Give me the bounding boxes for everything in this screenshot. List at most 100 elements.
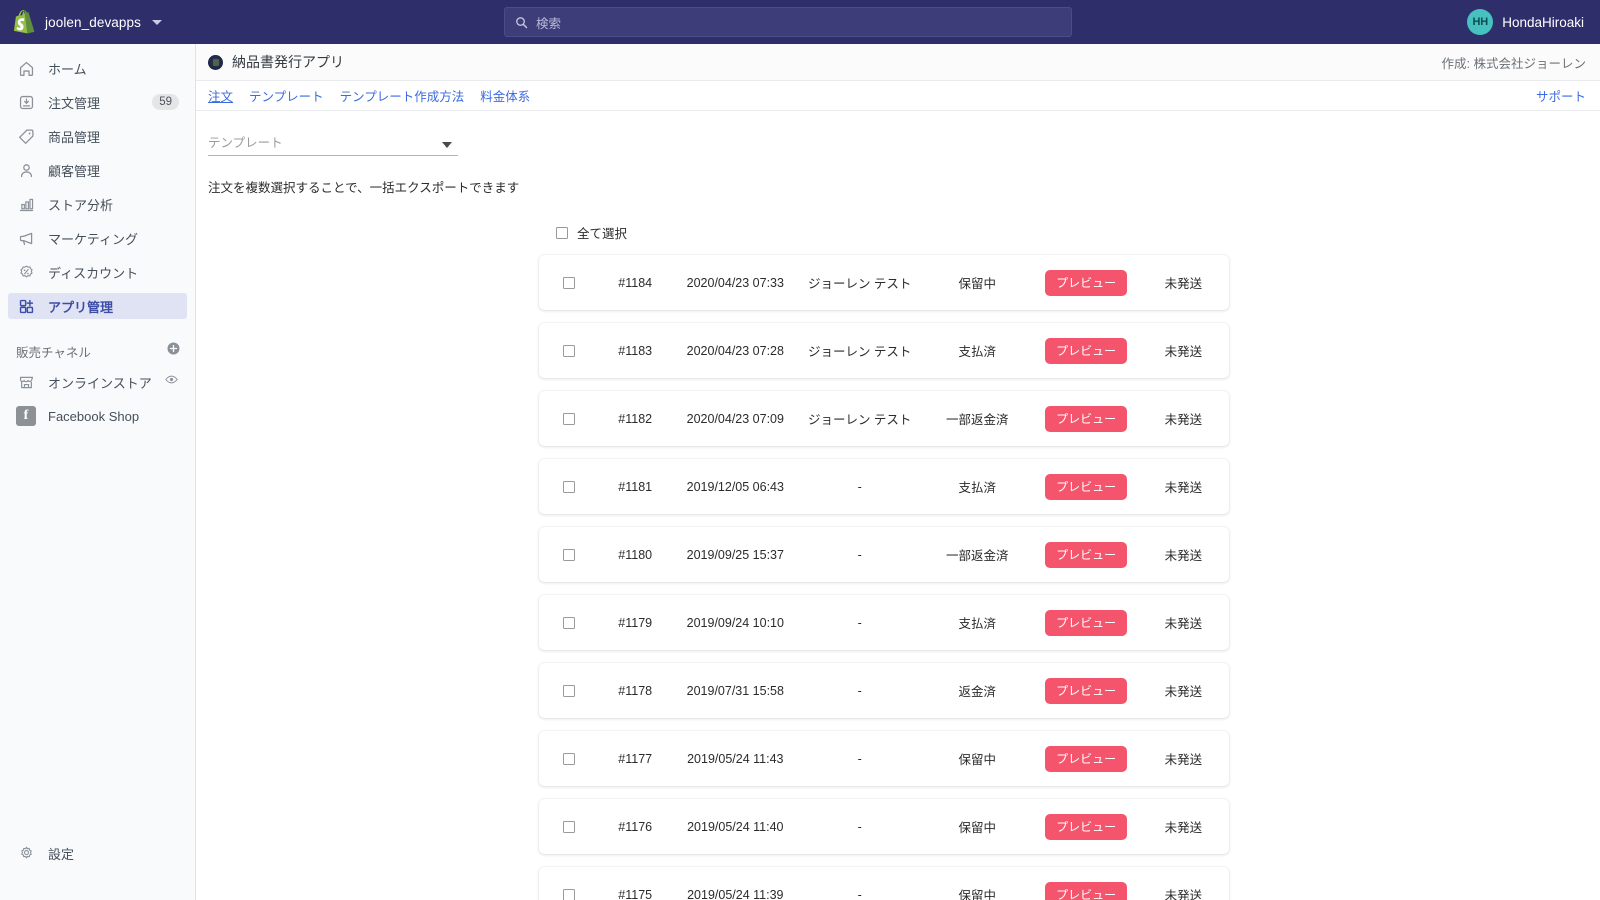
eye-icon[interactable] — [164, 372, 179, 392]
sidebar-nav: ホーム 注文管理 59 商品管理 顧客管理 ストア分析 マーケティング ディスカ… — [0, 44, 195, 319]
sidebar-item-home[interactable]: ホーム — [8, 55, 187, 81]
table-row[interactable]: #1180 2019/09/25 15:37 - 一部返金済 プレビュー 未発送 — [539, 527, 1229, 582]
order-status: 一部返金済 — [946, 549, 1009, 563]
sidebar-item-settings[interactable]: 設定 — [8, 840, 187, 866]
order-shipping: 未発送 — [1164, 345, 1203, 359]
order-id: #1184 — [618, 275, 653, 290]
row-checkbox[interactable] — [563, 276, 576, 289]
preview-button[interactable]: プレビュー — [1045, 473, 1128, 500]
store-name: joolen_devapps — [45, 14, 141, 30]
sidebar-settings-wrap: 設定 — [0, 840, 195, 874]
template-select[interactable]: テンプレート — [208, 130, 458, 156]
tab-template-howto[interactable]: テンプレート作成方法 — [340, 86, 465, 105]
sidebar-item-facebook-shop[interactable]: f Facebook Shop — [8, 403, 187, 429]
order-customer: ジョーレン テスト — [807, 345, 912, 359]
table-row[interactable]: #1183 2020/04/23 07:28 ジョーレン テスト 支払済 プレビ… — [539, 323, 1229, 378]
order-shipping: 未発送 — [1164, 277, 1203, 291]
sidebar-item-label: オンラインストア — [48, 375, 152, 391]
row-checkbox[interactable] — [563, 344, 576, 357]
apps-icon — [16, 296, 36, 316]
page-title: 納品書発行アプリ — [232, 54, 344, 70]
order-id: #1179 — [618, 615, 653, 630]
customers-icon — [16, 160, 36, 180]
orders-icon — [16, 92, 36, 112]
order-date: 2019/09/25 15:37 — [686, 547, 784, 562]
order-date: 2020/04/23 07:09 — [686, 411, 784, 426]
plus-circle-icon[interactable] — [166, 341, 181, 361]
orders-list: #1184 2020/04/23 07:33 ジョーレン テスト 保留中 プレビ… — [196, 255, 1600, 900]
products-icon — [16, 126, 36, 146]
order-id: #1183 — [618, 343, 653, 358]
chevron-down-icon — [151, 19, 162, 25]
order-id: #1176 — [618, 819, 653, 834]
order-shipping: 未発送 — [1164, 549, 1203, 563]
tab-templates[interactable]: テンプレート — [249, 86, 324, 105]
sidebar-item-products[interactable]: 商品管理 — [8, 123, 187, 149]
preview-button[interactable]: プレビュー — [1045, 745, 1128, 772]
order-customer: ジョーレン テスト — [807, 277, 912, 291]
row-checkbox[interactable] — [563, 480, 576, 493]
preview-button[interactable]: プレビュー — [1045, 541, 1128, 568]
order-date: 2019/07/31 15:58 — [686, 683, 784, 698]
app-author: 作成: 株式会社ジョーレン — [1441, 56, 1586, 71]
preview-button[interactable]: プレビュー — [1045, 337, 1128, 364]
table-row[interactable]: #1181 2019/12/05 06:43 - 支払済 プレビュー 未発送 — [539, 459, 1229, 514]
order-status: 保留中 — [958, 753, 997, 767]
store-switcher[interactable]: joolen_devapps — [0, 0, 196, 44]
row-checkbox[interactable] — [563, 752, 576, 765]
shopify-logo-icon — [14, 10, 35, 34]
table-row[interactable]: #1182 2020/04/23 07:09 ジョーレン テスト 一部返金済 プ… — [539, 391, 1229, 446]
bulk-export-hint: 注文を複数選択することで、一括エクスポートできます — [208, 181, 520, 195]
app-tabs: 注文 テンプレート テンプレート作成方法 料金体系 サポート — [196, 81, 1600, 111]
row-checkbox[interactable] — [563, 412, 576, 425]
tab-orders[interactable]: 注文 — [208, 86, 233, 105]
row-checkbox[interactable] — [563, 684, 576, 697]
support-link[interactable]: サポート — [1536, 86, 1586, 105]
sidebar-item-orders[interactable]: 注文管理 59 — [8, 89, 187, 115]
sidebar-item-customers[interactable]: 顧客管理 — [8, 157, 187, 183]
preview-button[interactable]: プレビュー — [1045, 609, 1128, 636]
order-shipping: 未発送 — [1164, 821, 1203, 835]
order-shipping: 未発送 — [1164, 889, 1203, 900]
preview-button[interactable]: プレビュー — [1045, 881, 1128, 900]
sidebar-item-marketing[interactable]: マーケティング — [8, 225, 187, 251]
table-row[interactable]: #1178 2019/07/31 15:58 - 返金済 プレビュー 未発送 — [539, 663, 1229, 718]
tab-pricing[interactable]: 料金体系 — [480, 86, 530, 105]
row-checkbox[interactable] — [563, 888, 576, 900]
preview-button[interactable]: プレビュー — [1045, 269, 1128, 296]
order-shipping: 未発送 — [1164, 617, 1203, 631]
discount-icon — [16, 262, 36, 282]
preview-button[interactable]: プレビュー — [1045, 677, 1128, 704]
gear-icon — [16, 843, 36, 863]
select-all-checkbox[interactable] — [556, 226, 568, 239]
order-status: 支払済 — [958, 345, 997, 359]
sidebar-item-analytics[interactable]: ストア分析 — [8, 191, 187, 217]
row-checkbox[interactable] — [563, 548, 576, 561]
order-customer: - — [857, 479, 862, 494]
sidebar-item-discounts[interactable]: ディスカウント — [8, 259, 187, 285]
order-date: 2020/04/23 07:33 — [686, 275, 784, 290]
search-input[interactable]: 検索 — [504, 7, 1072, 37]
order-shipping: 未発送 — [1164, 413, 1203, 427]
sales-channels-header: 販売チャネル — [8, 341, 187, 361]
table-row[interactable]: #1184 2020/04/23 07:33 ジョーレン テスト 保留中 プレビ… — [539, 255, 1229, 310]
sidebar-item-apps[interactable]: アプリ管理 — [8, 293, 187, 319]
order-customer: - — [857, 751, 862, 766]
table-row[interactable]: #1179 2019/09/24 10:10 - 支払済 プレビュー 未発送 — [539, 595, 1229, 650]
sidebar-item-online-store[interactable]: オンラインストア — [8, 369, 187, 395]
row-checkbox[interactable] — [563, 820, 576, 833]
preview-button[interactable]: プレビュー — [1045, 405, 1128, 432]
user-menu[interactable]: HH HondaHiroaki — [1459, 0, 1592, 44]
table-row[interactable]: #1176 2019/05/24 11:40 - 保留中 プレビュー 未発送 — [539, 799, 1229, 854]
preview-button[interactable]: プレビュー — [1045, 813, 1128, 840]
sidebar-item-label: ディスカウント — [48, 265, 139, 281]
avatar: HH — [1467, 9, 1494, 35]
order-shipping: 未発送 — [1164, 753, 1203, 767]
online-store-icon — [16, 372, 36, 392]
table-row[interactable]: #1175 2019/05/24 11:39 - 保留中 プレビュー 未発送 — [539, 867, 1229, 900]
order-id: #1178 — [618, 683, 653, 698]
row-checkbox[interactable] — [563, 616, 576, 629]
order-status: 一部返金済 — [946, 413, 1009, 427]
table-row[interactable]: #1177 2019/05/24 11:43 - 保留中 プレビュー 未発送 — [539, 731, 1229, 786]
select-all-row: 全て選択 — [556, 223, 1600, 242]
